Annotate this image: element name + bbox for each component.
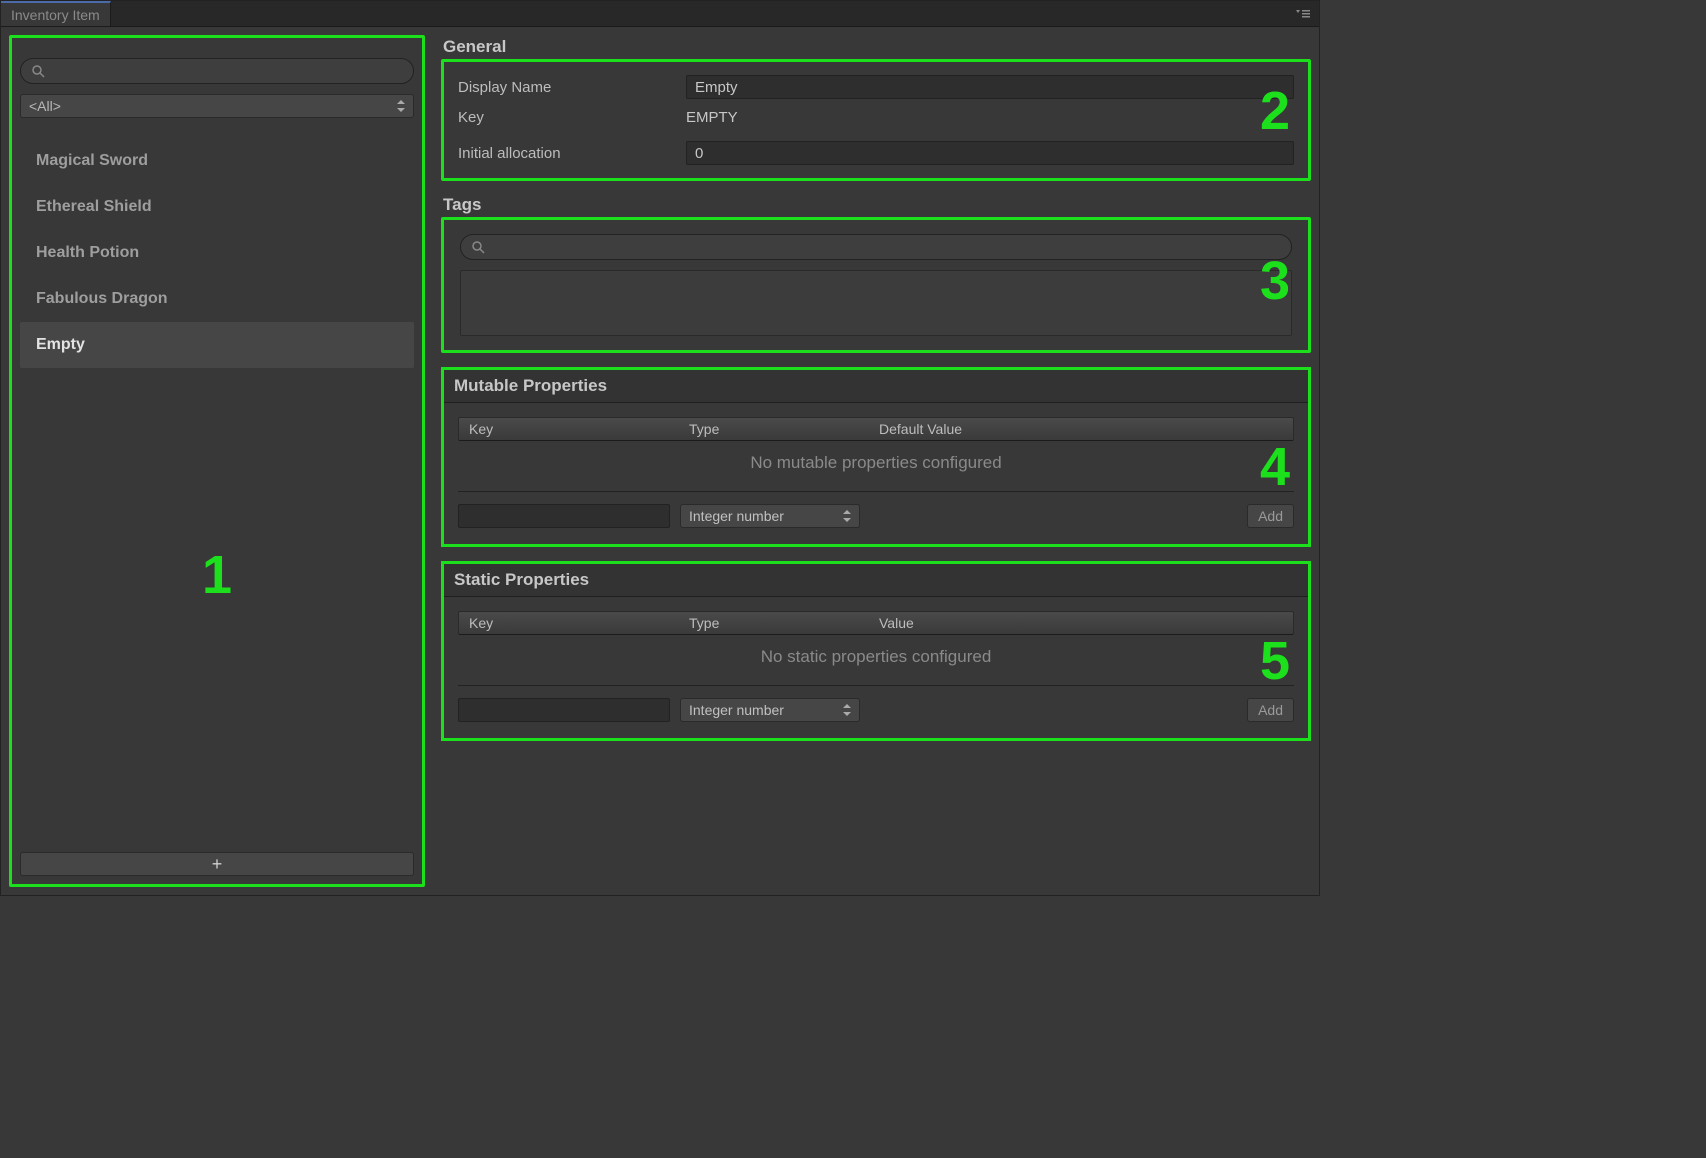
- key-value: EMPTY: [686, 109, 738, 126]
- col-header-type: Type: [689, 615, 879, 631]
- general-panel: 2 Display Name Key EMPTY Initial allocat…: [441, 59, 1311, 181]
- static-empty-text: No static properties configured: [458, 635, 1294, 686]
- tab-inventory-item[interactable]: Inventory Item: [1, 1, 111, 26]
- section-title-general: General: [441, 37, 1311, 57]
- static-properties-panel: 5 Static Properties Key Type Value No st…: [441, 561, 1311, 741]
- initial-allocation-input[interactable]: [686, 141, 1294, 165]
- sidebar-filter-dropdown[interactable]: <All>: [20, 94, 414, 118]
- search-icon: [31, 64, 45, 78]
- list-item-label: Health Potion: [36, 244, 139, 261]
- details-panel: General 2 Display Name Key EMPTY I: [441, 35, 1311, 887]
- col-header-key: Key: [469, 421, 689, 437]
- static-add-row: Integer number Add: [458, 698, 1294, 722]
- general-section: General 2 Display Name Key EMPTY I: [441, 37, 1311, 181]
- col-header-value: Value: [879, 615, 1283, 631]
- static-type-label: Integer number: [689, 702, 784, 718]
- label-initial-allocation: Initial allocation: [458, 145, 678, 162]
- add-label: Add: [1258, 702, 1283, 718]
- mutable-add-button[interactable]: Add: [1247, 504, 1294, 528]
- sort-arrows-icon: [843, 704, 851, 716]
- static-type-dropdown[interactable]: Integer number: [680, 698, 860, 722]
- tags-panel: 3: [441, 217, 1311, 353]
- field-initial-allocation: Initial allocation: [458, 138, 1294, 168]
- list-item-label: Ethereal Shield: [36, 198, 152, 215]
- mutable-type-label: Integer number: [689, 508, 784, 524]
- menu-icon: [1293, 9, 1311, 19]
- list-item[interactable]: Magical Sword: [20, 138, 414, 184]
- sort-arrows-icon: [397, 100, 405, 112]
- col-header-type: Type: [689, 421, 879, 437]
- mutable-properties-panel: 4 Mutable Properties Key Type Default Va…: [441, 367, 1311, 547]
- display-name-field[interactable]: [695, 79, 1285, 96]
- sidebar-filter-label: <All>: [29, 98, 61, 114]
- item-list: Magical Sword Ethereal Shield Health Pot…: [20, 138, 414, 852]
- list-item-label: Magical Sword: [36, 152, 148, 169]
- list-item-label: Empty: [36, 336, 85, 353]
- sidebar-search-input[interactable]: [53, 63, 403, 79]
- field-display-name: Display Name: [458, 72, 1294, 102]
- add-label: Add: [1258, 508, 1283, 524]
- sort-arrows-icon: [843, 510, 851, 522]
- inventory-item-window: Inventory Item 1: [0, 0, 1320, 896]
- label-key: Key: [458, 109, 678, 126]
- window-menu-button[interactable]: [1293, 1, 1319, 26]
- list-item[interactable]: Empty: [20, 322, 414, 368]
- tags-section: Tags 3: [441, 195, 1311, 353]
- mutable-key-input[interactable]: [458, 504, 670, 528]
- static-table-header: Key Type Value: [458, 611, 1294, 635]
- mutable-type-dropdown[interactable]: Integer number: [680, 504, 860, 528]
- static-key-input[interactable]: [458, 698, 670, 722]
- label-display-name: Display Name: [458, 79, 678, 96]
- tags-search-input[interactable]: [493, 239, 1281, 255]
- tab-bar: Inventory Item: [1, 1, 1319, 27]
- section-title-tags: Tags: [441, 195, 1311, 215]
- mutable-empty-text: No mutable properties configured: [458, 441, 1294, 492]
- section-title-static: Static Properties: [444, 564, 1308, 597]
- col-header-key: Key: [469, 615, 689, 631]
- sidebar-search[interactable]: [20, 58, 414, 84]
- static-add-button[interactable]: Add: [1247, 698, 1294, 722]
- display-name-input[interactable]: [686, 75, 1294, 99]
- search-icon: [471, 240, 485, 254]
- mutable-add-row: Integer number Add: [458, 504, 1294, 528]
- item-list-panel: 1 <All>: [9, 35, 425, 887]
- add-item-button[interactable]: +: [20, 852, 414, 876]
- list-item[interactable]: Health Potion: [20, 230, 414, 276]
- tags-search[interactable]: [460, 234, 1292, 260]
- section-title-mutable: Mutable Properties: [444, 370, 1308, 403]
- tags-container[interactable]: [460, 270, 1292, 336]
- list-item-label: Fabulous Dragon: [36, 290, 168, 307]
- list-item[interactable]: Fabulous Dragon: [20, 276, 414, 322]
- col-header-default-value: Default Value: [879, 421, 1283, 437]
- plus-icon: +: [212, 854, 223, 875]
- tab-label: Inventory Item: [11, 7, 100, 23]
- list-item[interactable]: Ethereal Shield: [20, 184, 414, 230]
- initial-allocation-field[interactable]: [695, 145, 1285, 162]
- field-key: Key EMPTY: [458, 102, 1294, 132]
- mutable-table-header: Key Type Default Value: [458, 417, 1294, 441]
